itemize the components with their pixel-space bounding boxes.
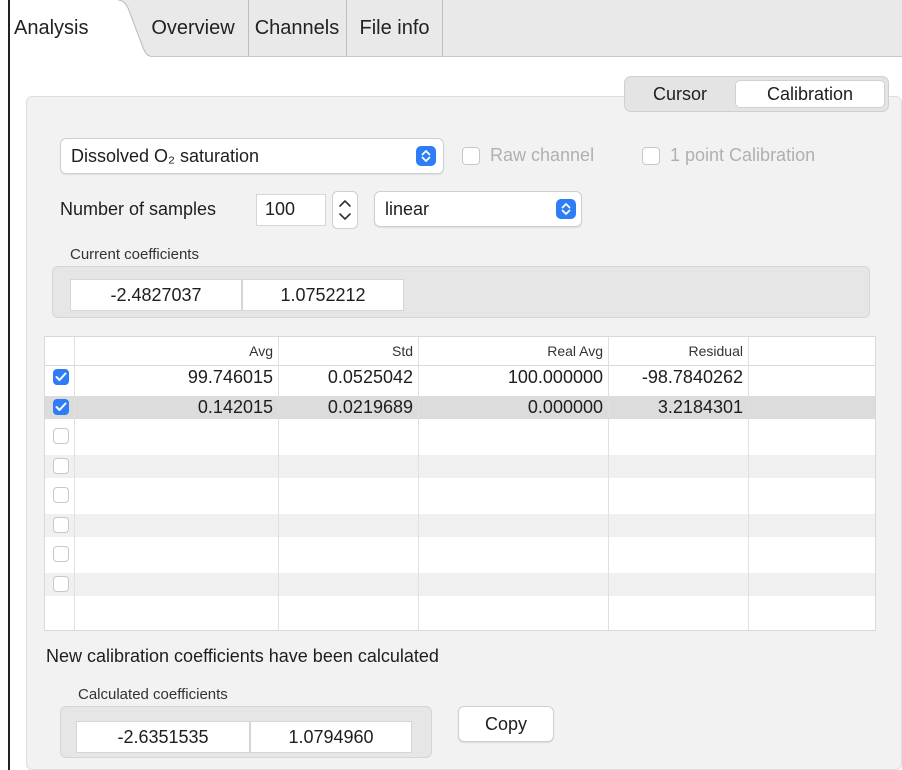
tab-file-info[interactable]: File info xyxy=(346,0,443,56)
table-cell-real: 100.000000 xyxy=(507,367,603,387)
table-row[interactable] xyxy=(45,454,875,478)
table-cell-avg xyxy=(75,484,279,507)
table-cell-real xyxy=(419,543,609,566)
table-cell-real xyxy=(419,455,609,478)
tab-channels[interactable]: Channels xyxy=(248,0,345,56)
table-row[interactable]: 99.746015 0.0525042 100.000000 -98.7840262 xyxy=(45,366,875,389)
chevron-up-down-icon[interactable] xyxy=(556,199,576,219)
samples-stepper[interactable] xyxy=(332,191,358,229)
column-header-residual[interactable]: Residual xyxy=(609,337,749,365)
column-header-real-avg[interactable]: Real Avg xyxy=(419,337,609,365)
table-cell-avg xyxy=(75,455,279,478)
table-cell-real xyxy=(419,425,609,448)
row-checkbox[interactable] xyxy=(53,487,69,503)
table-row[interactable] xyxy=(45,513,875,537)
table-cell-real xyxy=(419,573,609,596)
chevron-up-down-icon[interactable] xyxy=(416,146,436,166)
raw-channel-label: Raw channel xyxy=(490,145,595,165)
table-row[interactable]: 0.142015 0.0219689 0.000000 3.2184301 xyxy=(45,395,875,419)
table-cell-residual xyxy=(609,455,749,478)
table-cell-std xyxy=(279,514,419,537)
column-header-std[interactable]: Std xyxy=(279,337,419,365)
copy-button[interactable]: Copy xyxy=(458,706,554,742)
row-checkbox[interactable] xyxy=(53,428,69,444)
table-cell-avg xyxy=(75,514,279,537)
table-cell-std xyxy=(279,425,419,448)
samples-label: Number of samples xyxy=(60,199,217,219)
row-checkbox[interactable] xyxy=(53,457,69,474)
current-coefficient-offset: -2.4827037 xyxy=(70,279,242,311)
table-cell-std xyxy=(279,484,419,507)
row-checkbox[interactable] xyxy=(53,398,69,415)
table-cell-real xyxy=(419,484,609,507)
calculated-coefficients-caption: Calculated coefficients xyxy=(78,686,228,703)
row-checkbox[interactable] xyxy=(53,575,69,592)
one-point-calibration-checkbox[interactable] xyxy=(642,147,660,165)
table-row[interactable] xyxy=(45,543,875,566)
subtab-calibration[interactable]: Calibration xyxy=(735,80,885,108)
table-cell-avg xyxy=(75,573,279,596)
table-cell-residual: 3.2184301 xyxy=(657,396,743,417)
table-cell-std: 0.0219689 xyxy=(327,396,413,417)
tab-analysis[interactable]: Analysis xyxy=(10,0,118,57)
status-message: New calibration coefficients have been c… xyxy=(46,646,439,666)
table-cell-residual: -98.7840262 xyxy=(641,367,743,387)
table-cell-avg: 0.142015 xyxy=(197,396,273,417)
calculated-coefficient-slope: 1.0794960 xyxy=(250,721,412,753)
table-cell-std xyxy=(279,573,419,596)
fit-mode-value: linear xyxy=(385,198,430,219)
table-cell-real: 0.000000 xyxy=(527,396,603,417)
table-row[interactable] xyxy=(45,572,875,596)
current-coefficients-caption: Current coefficients xyxy=(70,246,199,263)
column-header-avg[interactable]: Avg xyxy=(75,337,279,365)
table-cell-std xyxy=(279,455,419,478)
row-checkbox[interactable] xyxy=(53,546,69,562)
row-checkbox[interactable] xyxy=(53,516,69,533)
calibration-table[interactable]: Avg Std Real Avg Residual 99.746015 0.052… xyxy=(44,336,876,631)
table-cell-std: 0.0525042 xyxy=(327,367,413,387)
table-cell-residual xyxy=(609,425,749,448)
table-cell-real xyxy=(419,514,609,537)
table-row[interactable] xyxy=(45,484,875,507)
table-cell-residual xyxy=(609,484,749,507)
channel-select-value: Dissolved O₂ saturation xyxy=(71,145,260,166)
row-checkbox[interactable] xyxy=(53,369,69,385)
table-cell-avg: 99.746015 xyxy=(187,367,273,387)
table-row[interactable] xyxy=(45,425,875,448)
current-coefficient-slope: 1.0752212 xyxy=(242,279,404,311)
fit-mode-select[interactable]: linear xyxy=(374,191,582,227)
table-cell-std xyxy=(279,543,419,566)
one-point-calibration-label: 1 point Calibration xyxy=(670,145,816,165)
channel-select[interactable]: Dissolved O₂ saturation xyxy=(60,138,444,174)
table-cell-avg xyxy=(75,425,279,448)
raw-channel-checkbox[interactable] xyxy=(462,147,480,165)
table-cell-residual xyxy=(609,514,749,537)
subtab-cursor[interactable]: Cursor xyxy=(630,80,730,108)
table-cell-avg xyxy=(75,543,279,566)
tab-overview[interactable]: Overview xyxy=(138,0,248,56)
table-cell-residual xyxy=(609,543,749,566)
table-cell-residual xyxy=(609,573,749,596)
calculated-coefficient-offset: -2.6351535 xyxy=(76,721,250,753)
samples-input[interactable]: 100 xyxy=(256,194,326,226)
